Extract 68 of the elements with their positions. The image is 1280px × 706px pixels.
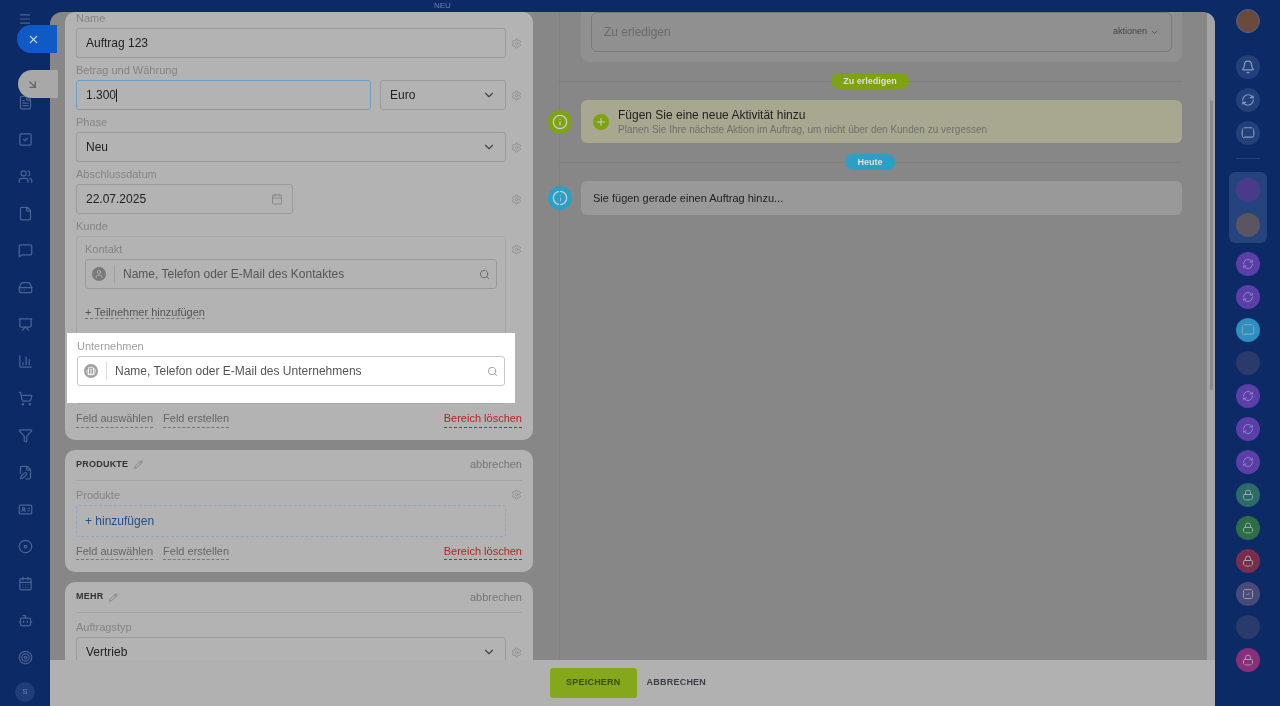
amount-field[interactable]: 1.300 [76,80,371,110]
settings-icon[interactable] [511,89,522,101]
sync-icon[interactable] [1235,285,1260,309]
sync-icon[interactable] [1235,88,1260,112]
calendar-icon [271,193,283,205]
avatar-icon[interactable] [1235,351,1260,375]
timeline-pill: Heute [845,154,895,170]
section-title: PRODUKTE [76,457,129,471]
info-icon [548,109,572,134]
add-product-link[interactable]: + hinzufügen [76,504,506,537]
settings-icon[interactable] [511,488,522,500]
settings-icon[interactable] [511,646,522,658]
nav-icon[interactable] [17,95,33,110]
chat-icon[interactable] [1235,121,1260,145]
actions-dropdown[interactable]: aktionen [1112,25,1159,39]
settings-icon[interactable] [511,193,522,205]
name-field[interactable]: Auftrag 123 [76,28,506,58]
sync-icon[interactable] [1235,417,1260,441]
minimize-button[interactable] [18,70,58,98]
timeline-pill: Zu erledigen [831,73,909,89]
cancel-link[interactable]: abbrechen [470,588,522,606]
currency-select[interactable]: Euro [380,80,506,110]
checkbox-icon[interactable] [1235,582,1260,606]
menu-icon[interactable] [18,12,32,26]
info-icon [548,186,572,210]
delete-section-link[interactable]: Bereich löschen [443,410,522,428]
select-field[interactable]: Neu [76,132,506,162]
lock-icon[interactable] [1235,516,1260,540]
activity-title: Fügen Sie eine neue Aktivität hinzu [618,107,807,123]
date-field[interactable]: 22.07.2025 [76,184,293,214]
lock-icon[interactable] [1235,549,1260,573]
pencil-icon[interactable] [134,460,144,469]
delete-section-link[interactable]: Bereich löschen [443,542,522,560]
settings-icon[interactable] [511,244,522,255]
new-label: NEU [434,1,451,11]
search-icon [487,365,498,377]
plus-icon [593,113,609,130]
bell-icon[interactable] [1235,55,1260,79]
person-icon [92,267,106,281]
cancel-link[interactable]: abbrechen [470,456,522,473]
close-button[interactable] [17,25,57,53]
avatar-icon[interactable] [1235,213,1260,237]
contact-search-field[interactable]: Name, Telefon oder E-Mail des Kontaktes [85,259,497,289]
search-icon [479,268,490,280]
add-participant-link[interactable]: + Teilnehmer hinzufügen [85,306,205,319]
field-label: Unternehmen [77,340,145,353]
cancel-button[interactable]: ABBRECHEN [646,668,707,698]
chat-icon[interactable] [1235,318,1260,342]
pencil-icon[interactable] [109,592,119,602]
company-search-field[interactable]: Name, Telefon oder E-Mail des Unternehmens [77,356,505,386]
field-link[interactable]: Feld auswählen [76,542,154,560]
sync-icon[interactable] [1235,252,1260,276]
building-icon [84,364,98,378]
field-link[interactable]: Feld erstellen [163,542,230,560]
avatar-icon[interactable] [1235,615,1260,639]
user-avatar[interactable] [1235,9,1260,33]
select-field[interactable]: Vertrieb [76,637,506,660]
save-button[interactable]: SPEICHERN [550,668,637,698]
settings-icon[interactable] [511,141,522,153]
field-link[interactable]: Feld erstellen [163,410,230,428]
lock-icon[interactable] [1235,648,1260,672]
section-title: MEHR [76,590,104,604]
field-link[interactable]: Feld auswählen [76,410,154,428]
history-card: Sie fügen gerade einen Auftrag hinzu... [581,181,1182,215]
settings-icon[interactable] [511,37,522,49]
sync-icon[interactable] [1235,384,1260,408]
sync-icon[interactable] [1235,450,1260,474]
lock-icon[interactable] [1235,483,1260,507]
